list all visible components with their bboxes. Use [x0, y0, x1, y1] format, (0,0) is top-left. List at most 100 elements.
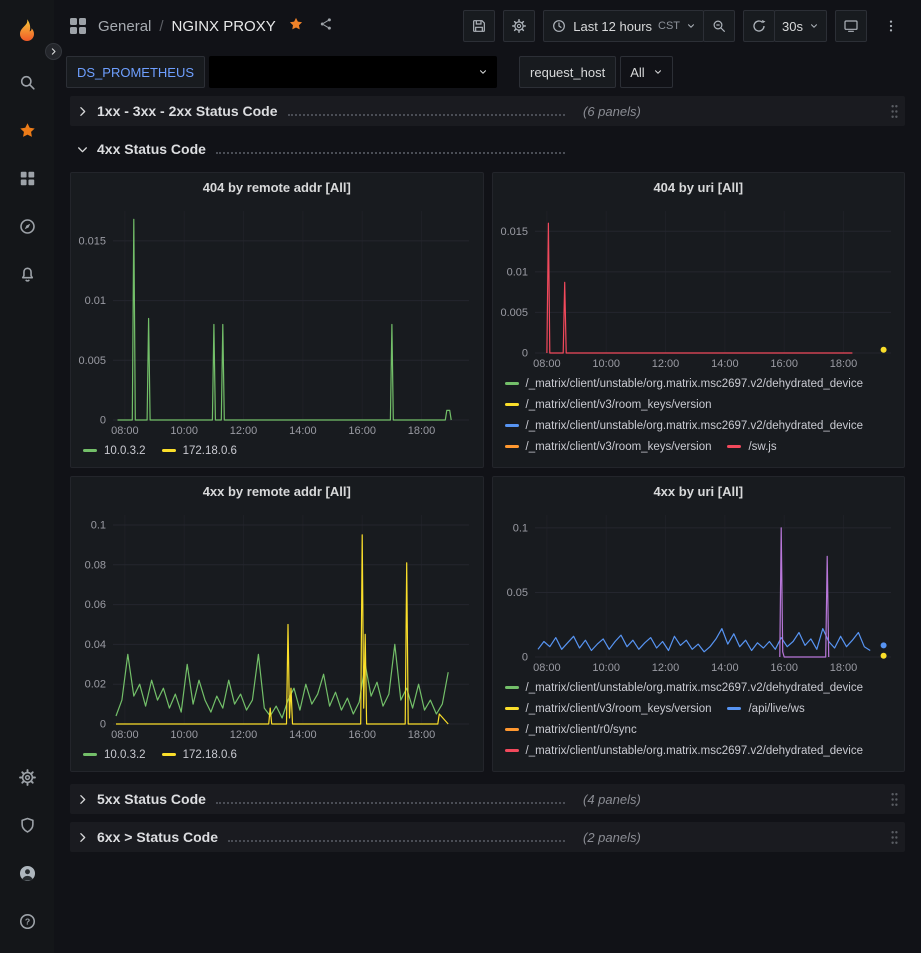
legend-item[interactable]: 172.18.0.6 [162, 744, 237, 765]
legend-item[interactable]: /_matrix/client/r0/sync [505, 719, 637, 740]
user-avatar[interactable] [0, 849, 54, 897]
timeseries-chart[interactable]: 08:0010:0012:0014:0016:0018:0000.050.1 [493, 507, 905, 675]
legend-item[interactable]: /api/live/ws [727, 698, 804, 719]
timeseries-chart[interactable]: 08:0010:0012:0014:0016:0018:0000.0050.01… [71, 203, 483, 438]
legend-item[interactable]: 10.0.3.2 [83, 440, 146, 461]
svg-text:0.1: 0.1 [512, 522, 527, 534]
series-color-swatch [505, 445, 519, 448]
row-6xx-status-code[interactable]: 6xx > Status Code (2 panels) [70, 822, 905, 852]
svg-text:12:00: 12:00 [230, 729, 258, 741]
request-host-variable-select[interactable]: All [620, 56, 672, 88]
chevron-down-icon [686, 19, 696, 34]
share-icon[interactable] [318, 16, 334, 36]
row-title: 4xx Status Code [97, 141, 206, 157]
legend-item[interactable]: /_matrix/client/unstable/org.matrix.msc2… [505, 373, 864, 394]
svg-text:08:00: 08:00 [111, 425, 139, 437]
legend-item[interactable]: 10.0.3.2 [83, 744, 146, 765]
legend-item[interactable]: 172.18.0.6 [162, 440, 237, 461]
save-dashboard-button[interactable] [463, 10, 495, 42]
svg-text:12:00: 12:00 [230, 425, 258, 437]
alerting-bell-icon[interactable] [0, 250, 54, 298]
dashboards-icon[interactable] [0, 154, 54, 202]
refresh-controls: 30s [743, 10, 827, 42]
favorite-star-icon[interactable] [288, 16, 304, 36]
starred-dashboards-icon[interactable] [0, 106, 54, 154]
legend-item[interactable]: /sw.js [727, 436, 776, 457]
series-label: /_matrix/client/unstable/org.matrix.msc2… [526, 378, 864, 390]
panel-title[interactable]: 404 by uri [All] [493, 173, 905, 203]
expand-sidebar-button[interactable] [45, 43, 62, 60]
legend-item[interactable]: /_matrix/client/v3/room_keys/version [505, 394, 712, 415]
series-color-swatch [505, 707, 519, 710]
datasource-variable: DS_PROMETHEUS [66, 56, 497, 88]
series-label: /_matrix/client/v3/room_keys/version [526, 703, 712, 715]
row-1xx-3xx-2xx-status-code[interactable]: 1xx - 3xx - 2xx Status Code (6 panels) [70, 96, 905, 126]
series-label: /_matrix/client/v3/room_keys/version [526, 441, 712, 453]
row-5xx-status-code[interactable]: 5xx Status Code (4 panels) [70, 784, 905, 814]
chart-legend: 10.0.3.2 172.18.0.6 [71, 438, 483, 467]
row-panel-count: (2 panels) [583, 830, 641, 845]
zoom-out-time-button[interactable] [703, 10, 735, 42]
series-label: /_matrix/client/r0/sync [526, 724, 637, 736]
svg-text:14:00: 14:00 [711, 662, 739, 674]
panel-title[interactable]: 4xx by uri [All] [493, 477, 905, 507]
row-panel-count: (4 panels) [583, 792, 641, 807]
help-icon[interactable]: ? [0, 897, 54, 945]
timeseries-chart[interactable]: 08:0010:0012:0014:0016:0018:0000.0050.01… [493, 203, 905, 371]
datasource-variable-label[interactable]: DS_PROMETHEUS [66, 56, 205, 88]
request-host-variable-label[interactable]: request_host [519, 56, 616, 88]
row-drag-handle-icon[interactable] [890, 830, 899, 845]
row-4xx-status-code[interactable]: 4xx Status Code [70, 134, 905, 164]
breadcrumb-title[interactable]: NGINX PROXY [172, 18, 276, 35]
chevron-right-icon [76, 831, 89, 844]
panel-404-by-uri: 404 by uri [All] 08:0010:0012:0014:0016:… [492, 172, 906, 468]
panel-grid: 404 by remote addr [All] 08:0010:0012:00… [70, 172, 905, 772]
search-icon[interactable] [0, 58, 54, 106]
series-label: /_matrix/client/v3/room_keys/version [526, 399, 712, 411]
legend-item[interactable]: /_matrix/client/v3/room_keys/version [505, 436, 712, 457]
svg-text:0.01: 0.01 [506, 266, 527, 278]
explore-compass-icon[interactable] [0, 202, 54, 250]
svg-text:08:00: 08:00 [533, 358, 561, 370]
dashboard-settings-button[interactable] [503, 10, 535, 42]
series-label: 10.0.3.2 [104, 749, 146, 761]
monitor-icon [843, 18, 859, 34]
chart-svg: 08:0010:0012:0014:0016:0018:0000.0050.01… [71, 203, 483, 438]
legend-item[interactable]: /_matrix/client/unstable/org.matrix.msc2… [505, 677, 864, 698]
svg-text:0.01: 0.01 [85, 295, 106, 307]
legend-item[interactable]: /_matrix/client/v3/room_keys/version [505, 698, 712, 719]
refresh-button[interactable] [743, 10, 775, 42]
chart-svg: 08:0010:0012:0014:0016:0018:0000.0050.01… [493, 203, 905, 371]
svg-text:0.05: 0.05 [506, 587, 527, 599]
series-color-swatch [83, 753, 97, 756]
row-title: 1xx - 3xx - 2xx Status Code [97, 103, 278, 119]
chevron-down-icon [478, 65, 488, 80]
server-admin-shield-icon[interactable] [0, 801, 54, 849]
series-label: 172.18.0.6 [183, 749, 237, 761]
time-range-picker[interactable]: Last 12 hours CST [543, 10, 704, 42]
breadcrumb-section[interactable]: General [98, 18, 151, 35]
configuration-gear-icon[interactable] [0, 753, 54, 801]
chart-legend: 10.0.3.2 172.18.0.6 [71, 742, 483, 771]
chevron-right-icon [76, 793, 89, 806]
row-drag-handle-icon[interactable] [890, 792, 899, 807]
more-options-button[interactable] [875, 10, 907, 42]
legend-item[interactable]: /_matrix/client/unstable/org.matrix.msc2… [505, 415, 864, 436]
legend-item[interactable]: /_matrix/client/unstable/org.matrix.msc2… [505, 740, 864, 761]
series-label: /sw.js [748, 441, 776, 453]
row-panel-count: (6 panels) [583, 104, 641, 119]
svg-text:12:00: 12:00 [651, 662, 679, 674]
datasource-variable-select[interactable] [209, 56, 497, 88]
svg-text:14:00: 14:00 [711, 358, 739, 370]
refresh-interval-dropdown[interactable]: 30s [774, 10, 827, 42]
row-title: 6xx > Status Code [97, 829, 218, 845]
tv-mode-button[interactable] [835, 10, 867, 42]
series-color-swatch [162, 449, 176, 452]
panel-title[interactable]: 4xx by remote addr [All] [71, 477, 483, 507]
panel-title[interactable]: 404 by remote addr [All] [71, 173, 483, 203]
svg-text:0.04: 0.04 [85, 639, 106, 651]
row-drag-handle-icon[interactable] [890, 104, 899, 119]
timeseries-chart[interactable]: 08:0010:0012:0014:0016:0018:0000.020.040… [71, 507, 483, 742]
svg-text:0.1: 0.1 [91, 520, 106, 532]
time-controls: Last 12 hours CST [543, 10, 735, 42]
